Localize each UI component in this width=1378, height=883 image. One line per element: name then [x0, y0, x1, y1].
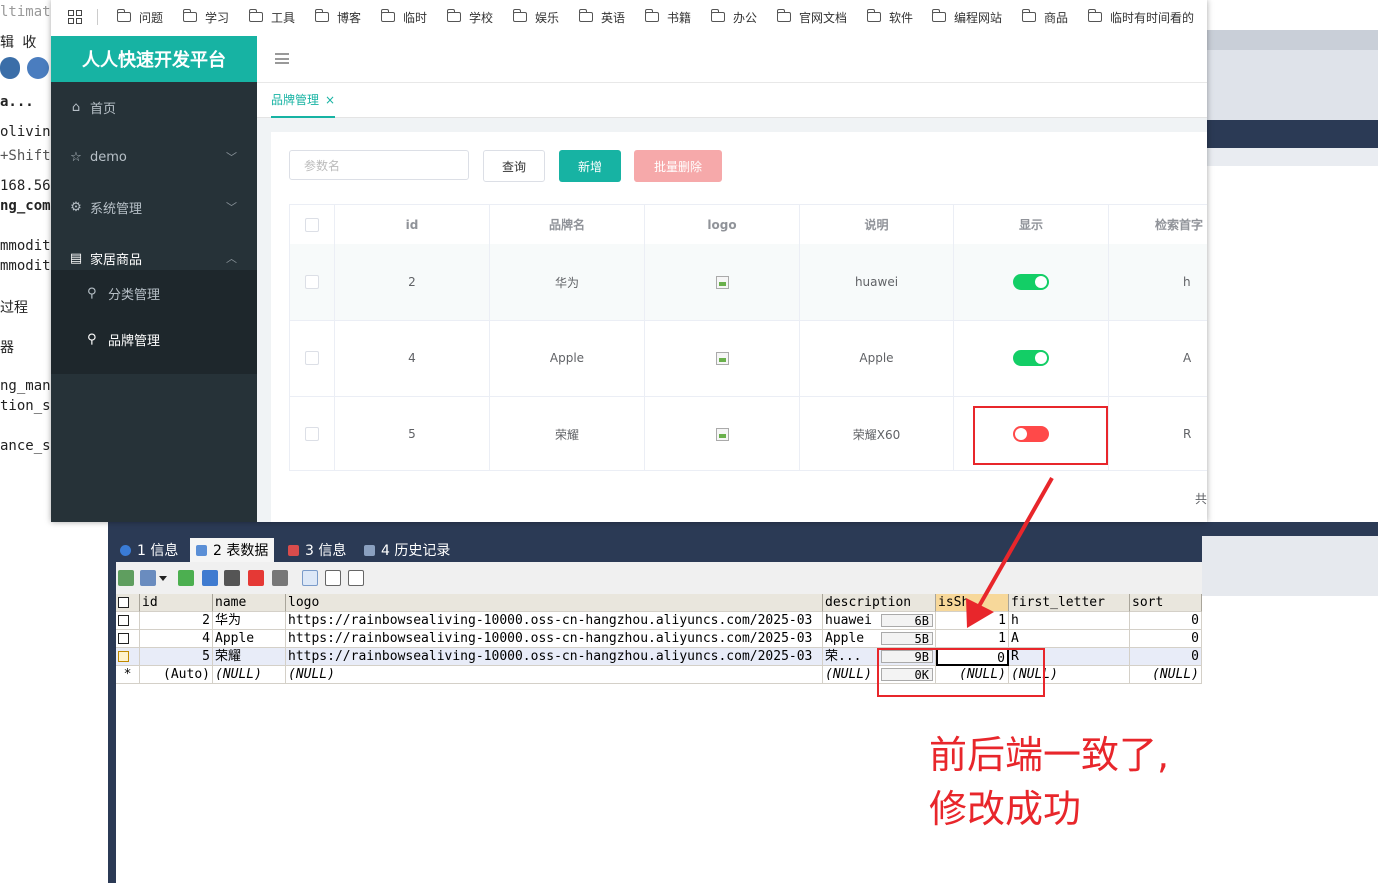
annotation-arrow — [966, 477, 1054, 628]
annotation-line: 前后端一致了, — [929, 733, 1170, 777]
annotation-line: 修改成功 — [929, 787, 1082, 831]
annotation-note: 前后端一致了, 修改成功 — [929, 728, 1169, 836]
